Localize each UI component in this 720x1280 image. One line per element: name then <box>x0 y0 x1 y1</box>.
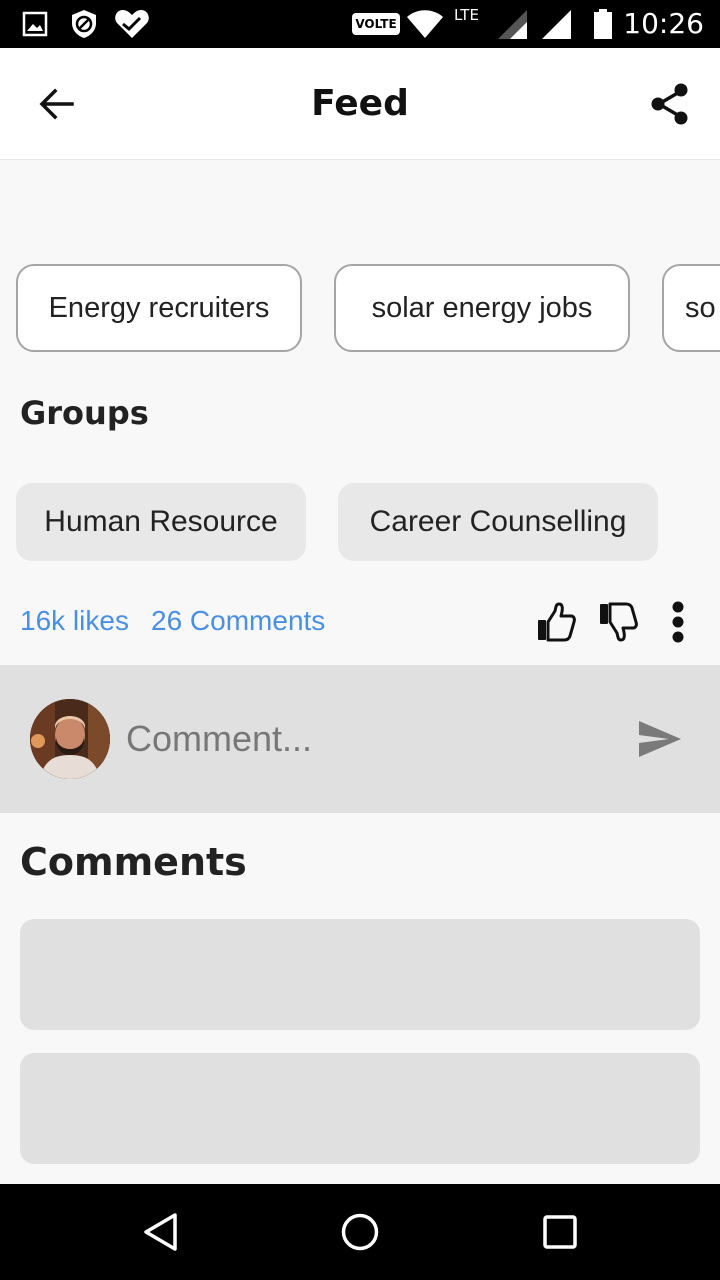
tag-energy-recruiters[interactable]: Energy recruiters <box>16 264 302 352</box>
comment-compose-bar <box>0 665 720 813</box>
feed-screen: VOLTE LTE 10:26 Feed Energy recruiters s… <box>0 0 720 1280</box>
likes-count-link[interactable]: 16k likes <box>20 600 129 642</box>
thumbs-down-icon <box>600 602 638 642</box>
signal-icon <box>496 0 528 48</box>
share-button[interactable] <box>638 72 702 136</box>
group-human-resource[interactable]: Human Resource <box>16 483 306 561</box>
block-icon <box>70 0 98 48</box>
wifi-icon <box>406 0 444 48</box>
health-icon <box>114 0 150 48</box>
volte-badge: VOLTE <box>352 13 400 35</box>
tag-partial[interactable]: so <box>662 264 720 352</box>
more-vertical-icon <box>672 601 684 643</box>
comments-heading: Comments <box>20 840 247 884</box>
status-bar: VOLTE LTE 10:26 <box>0 0 720 48</box>
signal-icon <box>540 0 572 48</box>
recents-square-icon <box>543 1215 577 1249</box>
like-button[interactable] <box>532 598 580 646</box>
nav-home-button[interactable] <box>326 1198 394 1266</box>
comment-placeholder-card <box>20 919 700 1030</box>
more-options-button[interactable] <box>654 598 702 646</box>
group-career-counselling[interactable]: Career Counselling <box>338 483 658 561</box>
nav-back-button[interactable] <box>126 1198 194 1266</box>
tag-solar-energy-jobs[interactable]: solar energy jobs <box>334 264 630 352</box>
gallery-icon <box>22 0 48 48</box>
status-time: 10:26 <box>623 7 704 40</box>
groups-heading: Groups <box>20 394 149 432</box>
lte-label: LTE <box>454 6 479 24</box>
arrow-back-icon <box>39 88 74 120</box>
dislike-button[interactable] <box>594 598 642 646</box>
nav-recents-button[interactable] <box>526 1198 594 1266</box>
send-icon <box>639 721 681 757</box>
page-title: Feed <box>311 83 409 124</box>
home-circle-icon <box>341 1213 379 1251</box>
app-bar: Feed <box>0 48 720 160</box>
back-triangle-icon <box>144 1213 177 1251</box>
share-icon <box>651 83 688 125</box>
comment-placeholder-card <box>20 1053 700 1164</box>
system-nav-bar <box>0 1184 720 1280</box>
send-button[interactable] <box>630 709 690 769</box>
comments-count-link[interactable]: 26 Comments <box>151 600 325 642</box>
thumbs-up-icon <box>538 602 576 642</box>
back-button[interactable] <box>24 72 88 136</box>
avatar <box>30 699 110 779</box>
comment-input[interactable] <box>126 709 606 769</box>
battery-icon <box>592 0 614 48</box>
